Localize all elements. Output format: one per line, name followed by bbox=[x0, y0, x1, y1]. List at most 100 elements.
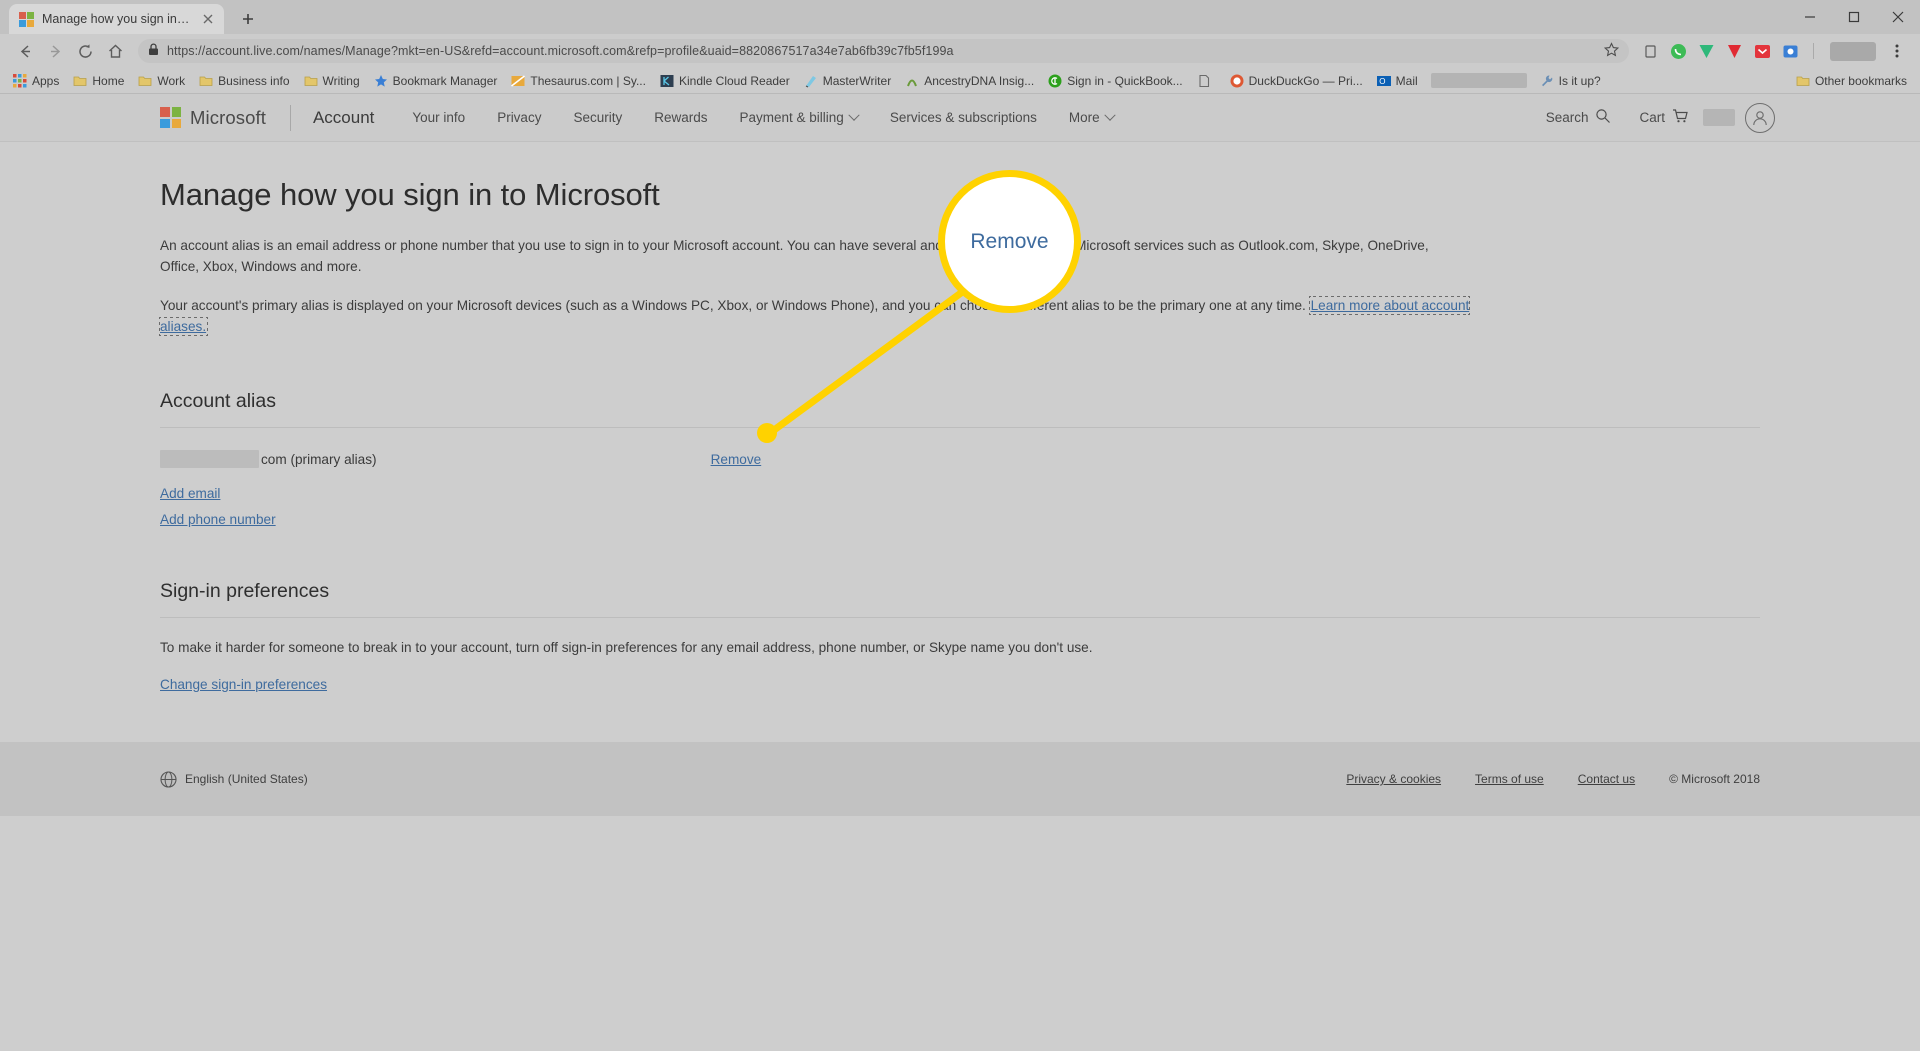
bookmark-masterwriter[interactable]: MasterWriter bbox=[797, 70, 898, 92]
footer-link-terms-of-use[interactable]: Terms of use bbox=[1475, 772, 1544, 786]
nav-item-privacy[interactable]: Privacy bbox=[481, 94, 557, 142]
globe-icon bbox=[160, 770, 177, 788]
nav-label: Services & subscriptions bbox=[889, 110, 1037, 125]
microsoft-wordmark: Microsoft bbox=[190, 106, 266, 128]
star-icon bbox=[374, 74, 388, 88]
other-bookmarks-folder[interactable]: Other bookmarks bbox=[1789, 70, 1914, 92]
new-tab-button[interactable] bbox=[234, 5, 262, 33]
nav-label: Security bbox=[573, 110, 623, 125]
cart-button[interactable]: Cart bbox=[1625, 108, 1703, 127]
nav-item-payment-billing[interactable]: Payment & billing bbox=[724, 94, 874, 142]
cart-icon bbox=[1672, 108, 1689, 127]
screenshot-extension-icon[interactable] bbox=[1777, 38, 1803, 64]
callout-magnifier: Remove bbox=[938, 170, 1081, 313]
forward-arrow-icon[interactable] bbox=[40, 36, 70, 66]
header-divider bbox=[289, 104, 291, 131]
nav-item-account[interactable]: Account bbox=[313, 94, 396, 142]
page-icon[interactable] bbox=[1637, 38, 1663, 64]
nav-item-rewards[interactable]: Rewards bbox=[638, 94, 723, 142]
bookmark-is-it-up[interactable]: Is it up? bbox=[1533, 70, 1608, 92]
close-icon[interactable] bbox=[200, 11, 216, 27]
bookmark-home[interactable]: Home bbox=[66, 70, 131, 92]
chevron-down-icon bbox=[848, 109, 860, 121]
nav-label: Payment & billing bbox=[739, 110, 844, 125]
remove-alias-link[interactable]: Remove bbox=[711, 452, 762, 467]
alias-suffix-text: com (primary alias) bbox=[261, 451, 377, 467]
grammarly-extension-icon[interactable] bbox=[1693, 38, 1719, 64]
bookmark-bookmark-manager[interactable]: Bookmark Manager bbox=[367, 70, 505, 92]
bookmark-mail[interactable]: O Mail bbox=[1370, 70, 1425, 92]
change-sign-in-preferences-link[interactable]: Change sign-in preferences bbox=[160, 677, 327, 692]
bookmark-label: Writing bbox=[322, 73, 360, 88]
bookmark-ancestrydna[interactable]: AncestryDNA Insig... bbox=[898, 70, 1041, 92]
bookmark-apps[interactable]: Apps bbox=[6, 70, 66, 92]
address-bar[interactable]: https://account.live.com/names/Manage?mk… bbox=[138, 39, 1629, 63]
bookmark-label: Business info bbox=[218, 73, 290, 88]
microsoft-logo-icon bbox=[160, 107, 181, 128]
pocket-extension-icon[interactable] bbox=[1749, 38, 1775, 64]
alias-masked-value bbox=[160, 450, 259, 468]
bookmark-writing[interactable]: Writing bbox=[297, 70, 367, 92]
duckduckgo-icon bbox=[1230, 74, 1244, 88]
chrome-menu-icon[interactable] bbox=[1884, 38, 1910, 64]
bookmark-star-icon[interactable] bbox=[1603, 42, 1620, 60]
alias-row: com (primary alias) Remove bbox=[160, 436, 1760, 482]
microsoft-logo[interactable]: Microsoft bbox=[160, 107, 266, 129]
page-background-tail bbox=[0, 816, 1920, 1051]
nav-item-more[interactable]: More bbox=[1053, 94, 1130, 142]
bookmark-redacted-chip[interactable] bbox=[1430, 73, 1527, 88]
folder-icon bbox=[138, 74, 152, 88]
folder-icon bbox=[199, 74, 213, 88]
wrench-icon bbox=[1540, 74, 1554, 88]
folder-icon bbox=[304, 74, 318, 88]
primary-alias-text: Your account's primary alias is displaye… bbox=[160, 298, 1310, 313]
whatsapp-extension-icon[interactable] bbox=[1665, 38, 1691, 64]
footer-language[interactable]: English (United States) bbox=[185, 772, 308, 786]
back-arrow-icon[interactable] bbox=[10, 36, 40, 66]
footer-copyright: © Microsoft 2018 bbox=[1669, 772, 1760, 786]
profile-name-chip[interactable] bbox=[1830, 41, 1876, 61]
lock-icon bbox=[148, 43, 159, 59]
reload-icon[interactable] bbox=[70, 36, 100, 66]
bookmark-duckduckgo[interactable]: DuckDuckGo — Pri... bbox=[1223, 70, 1370, 92]
opera-extension-icon[interactable] bbox=[1721, 38, 1747, 64]
cart-label: Cart bbox=[1639, 110, 1665, 125]
bookmark-label: Bookmark Manager bbox=[392, 73, 498, 88]
nav-item-security[interactable]: Security bbox=[557, 94, 638, 142]
bookmark-label: Is it up? bbox=[1558, 73, 1601, 88]
section-divider bbox=[160, 617, 1760, 618]
bookmark-thesaurus[interactable]: Thesaurus.com | Sy... bbox=[504, 70, 653, 92]
add-email-link[interactable]: Add email bbox=[160, 486, 1760, 501]
window-close-icon[interactable] bbox=[1876, 0, 1920, 34]
footer-link-contact-us[interactable]: Contact us bbox=[1578, 772, 1635, 786]
bookmark-work[interactable]: Work bbox=[131, 70, 192, 92]
folder-icon bbox=[1796, 74, 1810, 88]
bookmark-label: Apps bbox=[32, 73, 60, 88]
apps-grid-icon bbox=[13, 73, 27, 88]
nav-item-services-subscriptions[interactable]: Services & subscriptions bbox=[874, 94, 1053, 142]
footer-link-privacy-cookies[interactable]: Privacy & cookies bbox=[1346, 772, 1441, 786]
add-phone-number-link[interactable]: Add phone number bbox=[160, 512, 1760, 527]
bookmark-untitled-page[interactable] bbox=[1190, 70, 1223, 92]
bookmark-business-info[interactable]: Business info bbox=[192, 70, 296, 92]
bookmark-quickbooks[interactable]: Sign in - QuickBook... bbox=[1041, 70, 1189, 92]
svg-text:O: O bbox=[1379, 77, 1385, 86]
person-avatar-icon bbox=[1753, 110, 1767, 125]
nav-item-your-info[interactable]: Your info bbox=[396, 94, 481, 142]
bookmark-label: MasterWriter bbox=[822, 73, 892, 88]
maximize-icon[interactable] bbox=[1832, 0, 1876, 34]
home-icon[interactable] bbox=[100, 36, 130, 66]
search-label: Search bbox=[1545, 110, 1589, 125]
browser-tab[interactable]: Manage how you sign in to Micr bbox=[9, 4, 224, 34]
site-header: Microsoft Account Your info Privacy Secu… bbox=[0, 94, 1920, 142]
quickbooks-icon bbox=[1048, 74, 1062, 88]
site-footer: English (United States) Privacy & cookie… bbox=[0, 742, 1920, 816]
minimize-icon[interactable] bbox=[1788, 0, 1832, 34]
avatar[interactable] bbox=[1745, 102, 1775, 133]
bookmark-kindle-cloud-reader[interactable]: Kindle Cloud Reader bbox=[653, 70, 797, 92]
ancestry-icon bbox=[905, 74, 919, 88]
search-button[interactable]: Search bbox=[1532, 108, 1626, 127]
microsoft-logo-icon bbox=[19, 11, 34, 27]
callout-magnified-label: Remove bbox=[970, 229, 1049, 253]
page-icon bbox=[1197, 74, 1211, 88]
